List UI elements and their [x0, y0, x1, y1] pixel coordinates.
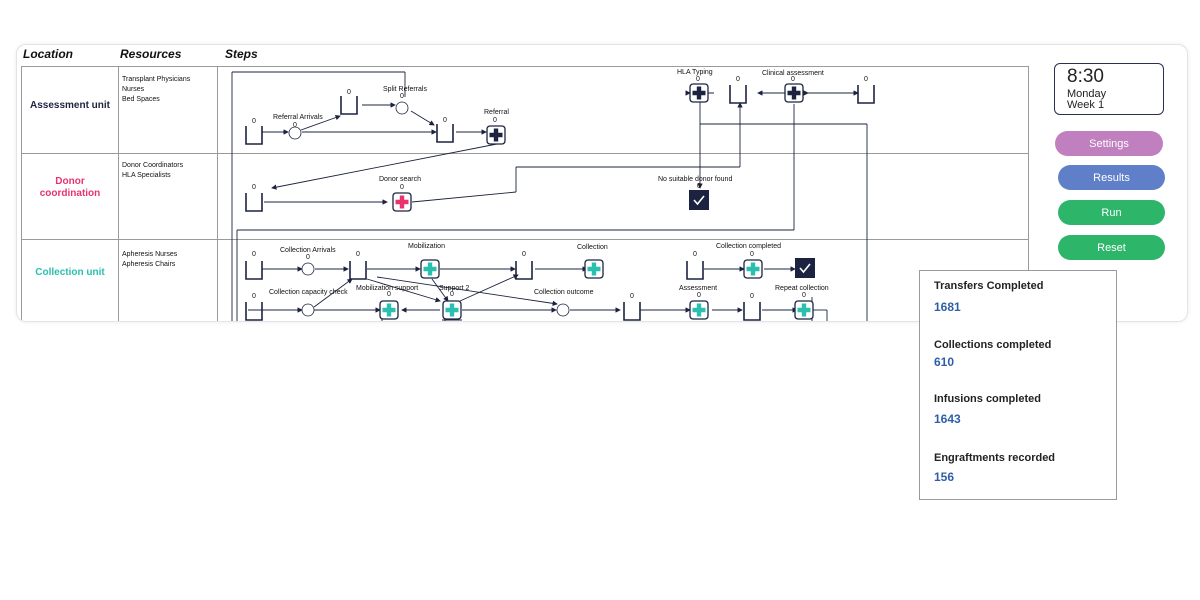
count: 0: [630, 293, 634, 300]
count: 0: [493, 117, 497, 124]
count: 0: [293, 122, 297, 129]
label-donor-search: Donor search: [379, 176, 421, 183]
stat-value-engraftments: 156: [934, 470, 955, 484]
clock-week: Week 1: [1067, 99, 1105, 111]
label-referral-arrivals: Referral Arrivals: [273, 114, 323, 121]
queue-hla-typing: [729, 84, 747, 104]
count: 0: [697, 292, 701, 299]
collection-completed-check-icon: [794, 257, 816, 279]
support-2-activity-icon: [442, 300, 462, 320]
count: 0: [750, 293, 754, 300]
repeat-collection-activity-icon: [794, 300, 814, 320]
queue-mobilization: [349, 260, 367, 280]
count: 0: [791, 76, 795, 83]
count: 0: [252, 251, 256, 258]
clock-time: 8:30: [1067, 66, 1104, 87]
count: 0: [252, 184, 256, 191]
assessment-activity-icon: [689, 300, 709, 320]
queue-referral-arrivals: [245, 125, 263, 145]
simulation-clock: 8:30 Monday Week 1: [1054, 63, 1164, 115]
stat-label-transfers: Transfers Completed: [934, 280, 1044, 292]
queue-referral: [436, 123, 454, 143]
queue-collection: [515, 260, 533, 280]
label-collection-completed: Collection completed: [716, 243, 781, 250]
label-collection-arrivals: Collection Arrivals: [280, 247, 336, 254]
label-collection: Collection: [577, 244, 608, 251]
count: 0: [522, 251, 526, 258]
header-resources: Resources: [120, 47, 182, 61]
count: 0: [443, 117, 447, 124]
run-button[interactable]: Run: [1058, 200, 1165, 225]
count: 0: [802, 292, 806, 299]
mobilization-support-activity-icon: [379, 300, 399, 320]
results-button[interactable]: Results: [1058, 165, 1165, 190]
hla-typing-activity-icon: [689, 83, 709, 103]
queue-donor-search: [245, 192, 263, 212]
label-hla-typing: HLA Typing: [677, 69, 713, 76]
collection-outcome-node: [556, 303, 570, 317]
label-collection-capacity-check: Collection capacity check: [269, 289, 348, 296]
collection-completed-activity-icon: [743, 259, 763, 279]
stat-value-collections: 610: [934, 355, 955, 369]
results-popup: Transfers Completed 1681 Collections com…: [919, 270, 1117, 500]
label-support-2: Support 2: [439, 285, 469, 292]
label-mobilization: Mobilization: [408, 243, 445, 250]
flow-connectors: [231, 71, 868, 321]
referral-activity-icon: [486, 125, 506, 145]
count: 0: [306, 254, 310, 261]
label-assessment: Assessment: [679, 285, 717, 292]
count: 0: [387, 291, 391, 298]
count: 0: [400, 184, 404, 191]
header-steps: Steps: [225, 47, 258, 61]
count: 0: [450, 291, 454, 298]
no-suitable-donor-check-icon: [688, 189, 710, 211]
label-referral: Referral: [484, 109, 509, 116]
stat-label-collections: Collections completed: [934, 339, 1052, 351]
stat-value-infusions: 1643: [934, 412, 961, 426]
queue-capacity-check: [245, 301, 263, 321]
settings-button[interactable]: Settings: [1055, 131, 1163, 156]
collection-arrivals-node: [301, 262, 315, 276]
count: 0: [252, 118, 256, 125]
queue-collection-completed: [686, 260, 704, 280]
count: 0: [252, 293, 256, 300]
queue-split-referrals: [340, 95, 358, 115]
count: 0: [697, 183, 701, 190]
stat-label-engraftments: Engraftments recorded: [934, 452, 1056, 464]
count: 0: [400, 93, 404, 100]
stat-value-transfers: 1681: [934, 300, 961, 314]
count: 0: [347, 89, 351, 96]
collection-activity-icon: [584, 259, 604, 279]
mobilization-activity-icon: [420, 259, 440, 279]
label-collection-outcome: Collection outcome: [534, 289, 594, 296]
count: 0: [750, 251, 754, 258]
count: 0: [693, 251, 697, 258]
header-location: Location: [23, 47, 73, 61]
count: 0: [736, 76, 740, 83]
process-flow-diagram: Referral Arrivals Split Referrals Referr…: [231, 69, 875, 321]
split-referrals-node: [395, 101, 409, 115]
label-no-suitable-donor: No suitable donor found: [658, 176, 732, 183]
clinical-assessment-activity-icon: [784, 83, 804, 103]
process-grid: Assessment unit Donor coordination Colle…: [21, 66, 1029, 321]
count: 0: [696, 76, 700, 83]
label-repeat-collection: Repeat collection: [775, 285, 829, 292]
stat-label-infusions: Infusions completed: [934, 393, 1041, 405]
count: 0: [864, 76, 868, 83]
reset-button[interactable]: Reset: [1058, 235, 1165, 260]
count: 0: [356, 251, 360, 258]
donor-search-activity-icon: [392, 192, 412, 212]
capacity-check-node: [301, 303, 315, 317]
queue-collection-arrivals: [245, 260, 263, 280]
queue-assessment: [623, 301, 641, 321]
queue-repeat-collection: [743, 301, 761, 321]
label-split-referrals: Split Referrals: [383, 86, 427, 93]
queue-clinical-assessment: [857, 84, 875, 104]
